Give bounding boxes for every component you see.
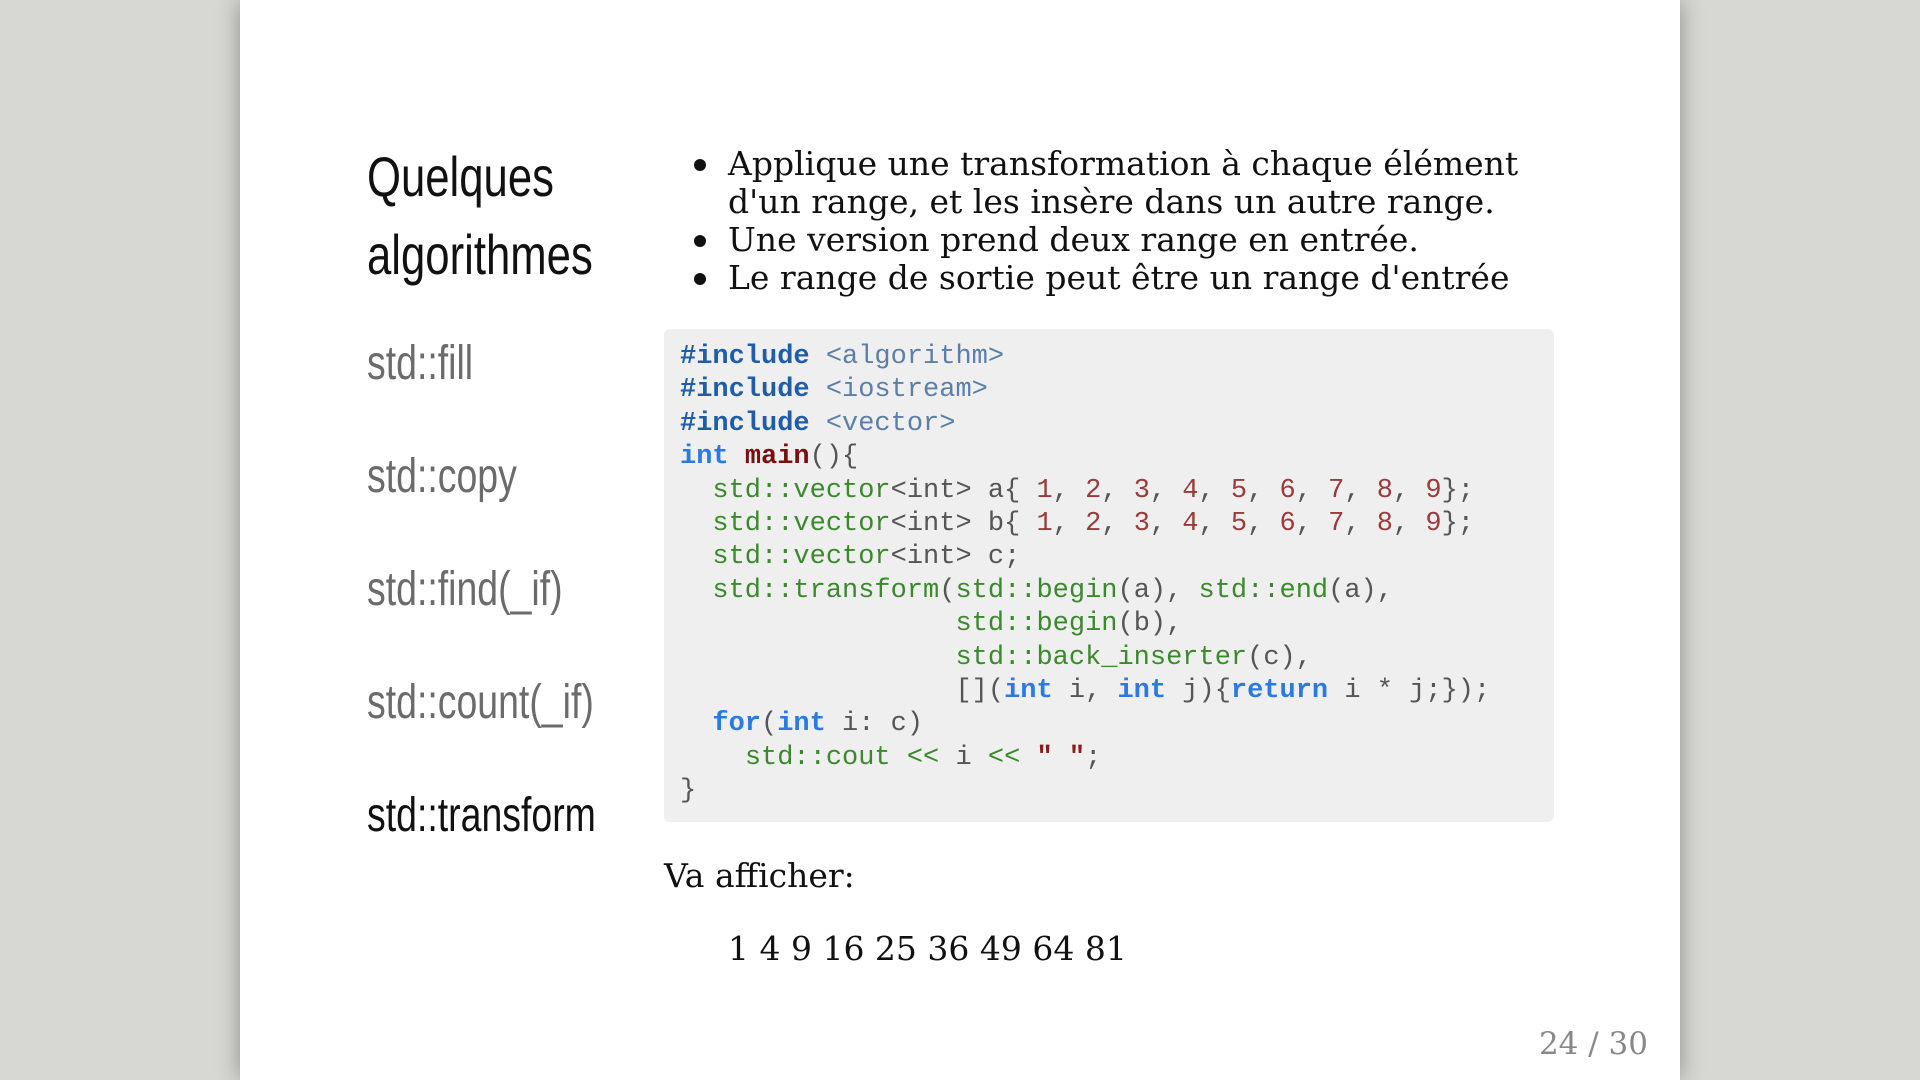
title-line-1: Quelques [367, 145, 554, 208]
code-line: std::cout << i << " "; [744, 742, 1102, 773]
bullet-list: Applique une transformation à chaque élé… [664, 145, 1564, 297]
slide-title: Quelques algorithmes [367, 138, 601, 294]
output-value: 1 4 9 16 25 36 49 64 81 [728, 929, 1127, 969]
nav-item-transform[interactable]: std::transform [367, 786, 601, 899]
code-line: #include <vector> [680, 408, 956, 439]
code-line: std::begin(b), [955, 609, 1183, 640]
nav-item-find-if[interactable]: std::find(_if) [367, 560, 601, 673]
page-number: 24 / 30 [1538, 1026, 1648, 1062]
code-block: #include <algorithm> #include <iostream> #… [664, 329, 1554, 823]
bullet-item: Une version prend deux range en entrée. [684, 221, 1564, 259]
code-line: std::vector<int> b{ 1, 2, 3, 4, 5, 6, 7,… [712, 508, 1474, 539]
code-line: std::vector<int> c; [712, 542, 1021, 573]
title-line-2: algorithmes [367, 223, 593, 286]
bullet-item: Applique une transformation à chaque élé… [684, 145, 1564, 221]
nav-item-fill[interactable]: std::fill [367, 334, 601, 447]
code-line: for(int i: c) [712, 709, 924, 740]
code-line: #include <iostream> [680, 375, 988, 406]
slide: Quelques algorithmes std::fill std::copy… [240, 0, 1680, 1080]
algorithm-nav: std::fill std::copy std::find(_if) std::… [367, 334, 667, 899]
code-line: std::transform(std::begin(a), std::end(a… [712, 575, 1393, 606]
bullet-item: Le range de sortie peut être un range d'… [684, 259, 1564, 297]
code-line: } [680, 776, 697, 807]
code-line: #include <algorithm> [680, 342, 1005, 372]
output-label: Va afficher: [664, 856, 855, 896]
code-line: [](int i, int j){return i * j;}); [955, 675, 1491, 706]
nav-item-copy[interactable]: std::copy [367, 447, 601, 560]
nav-item-count-if[interactable]: std::count(_if) [367, 673, 601, 786]
code-line: std::back_inserter(c), [955, 642, 1312, 673]
slide-content: Applique une transformation à chaque élé… [664, 145, 1564, 968]
sidebar: Quelques algorithmes std::fill std::copy… [367, 138, 667, 899]
code-line: int main(){ [680, 442, 859, 473]
code-line: std::vector<int> a{ 1, 2, 3, 4, 5, 6, 7,… [712, 475, 1474, 506]
